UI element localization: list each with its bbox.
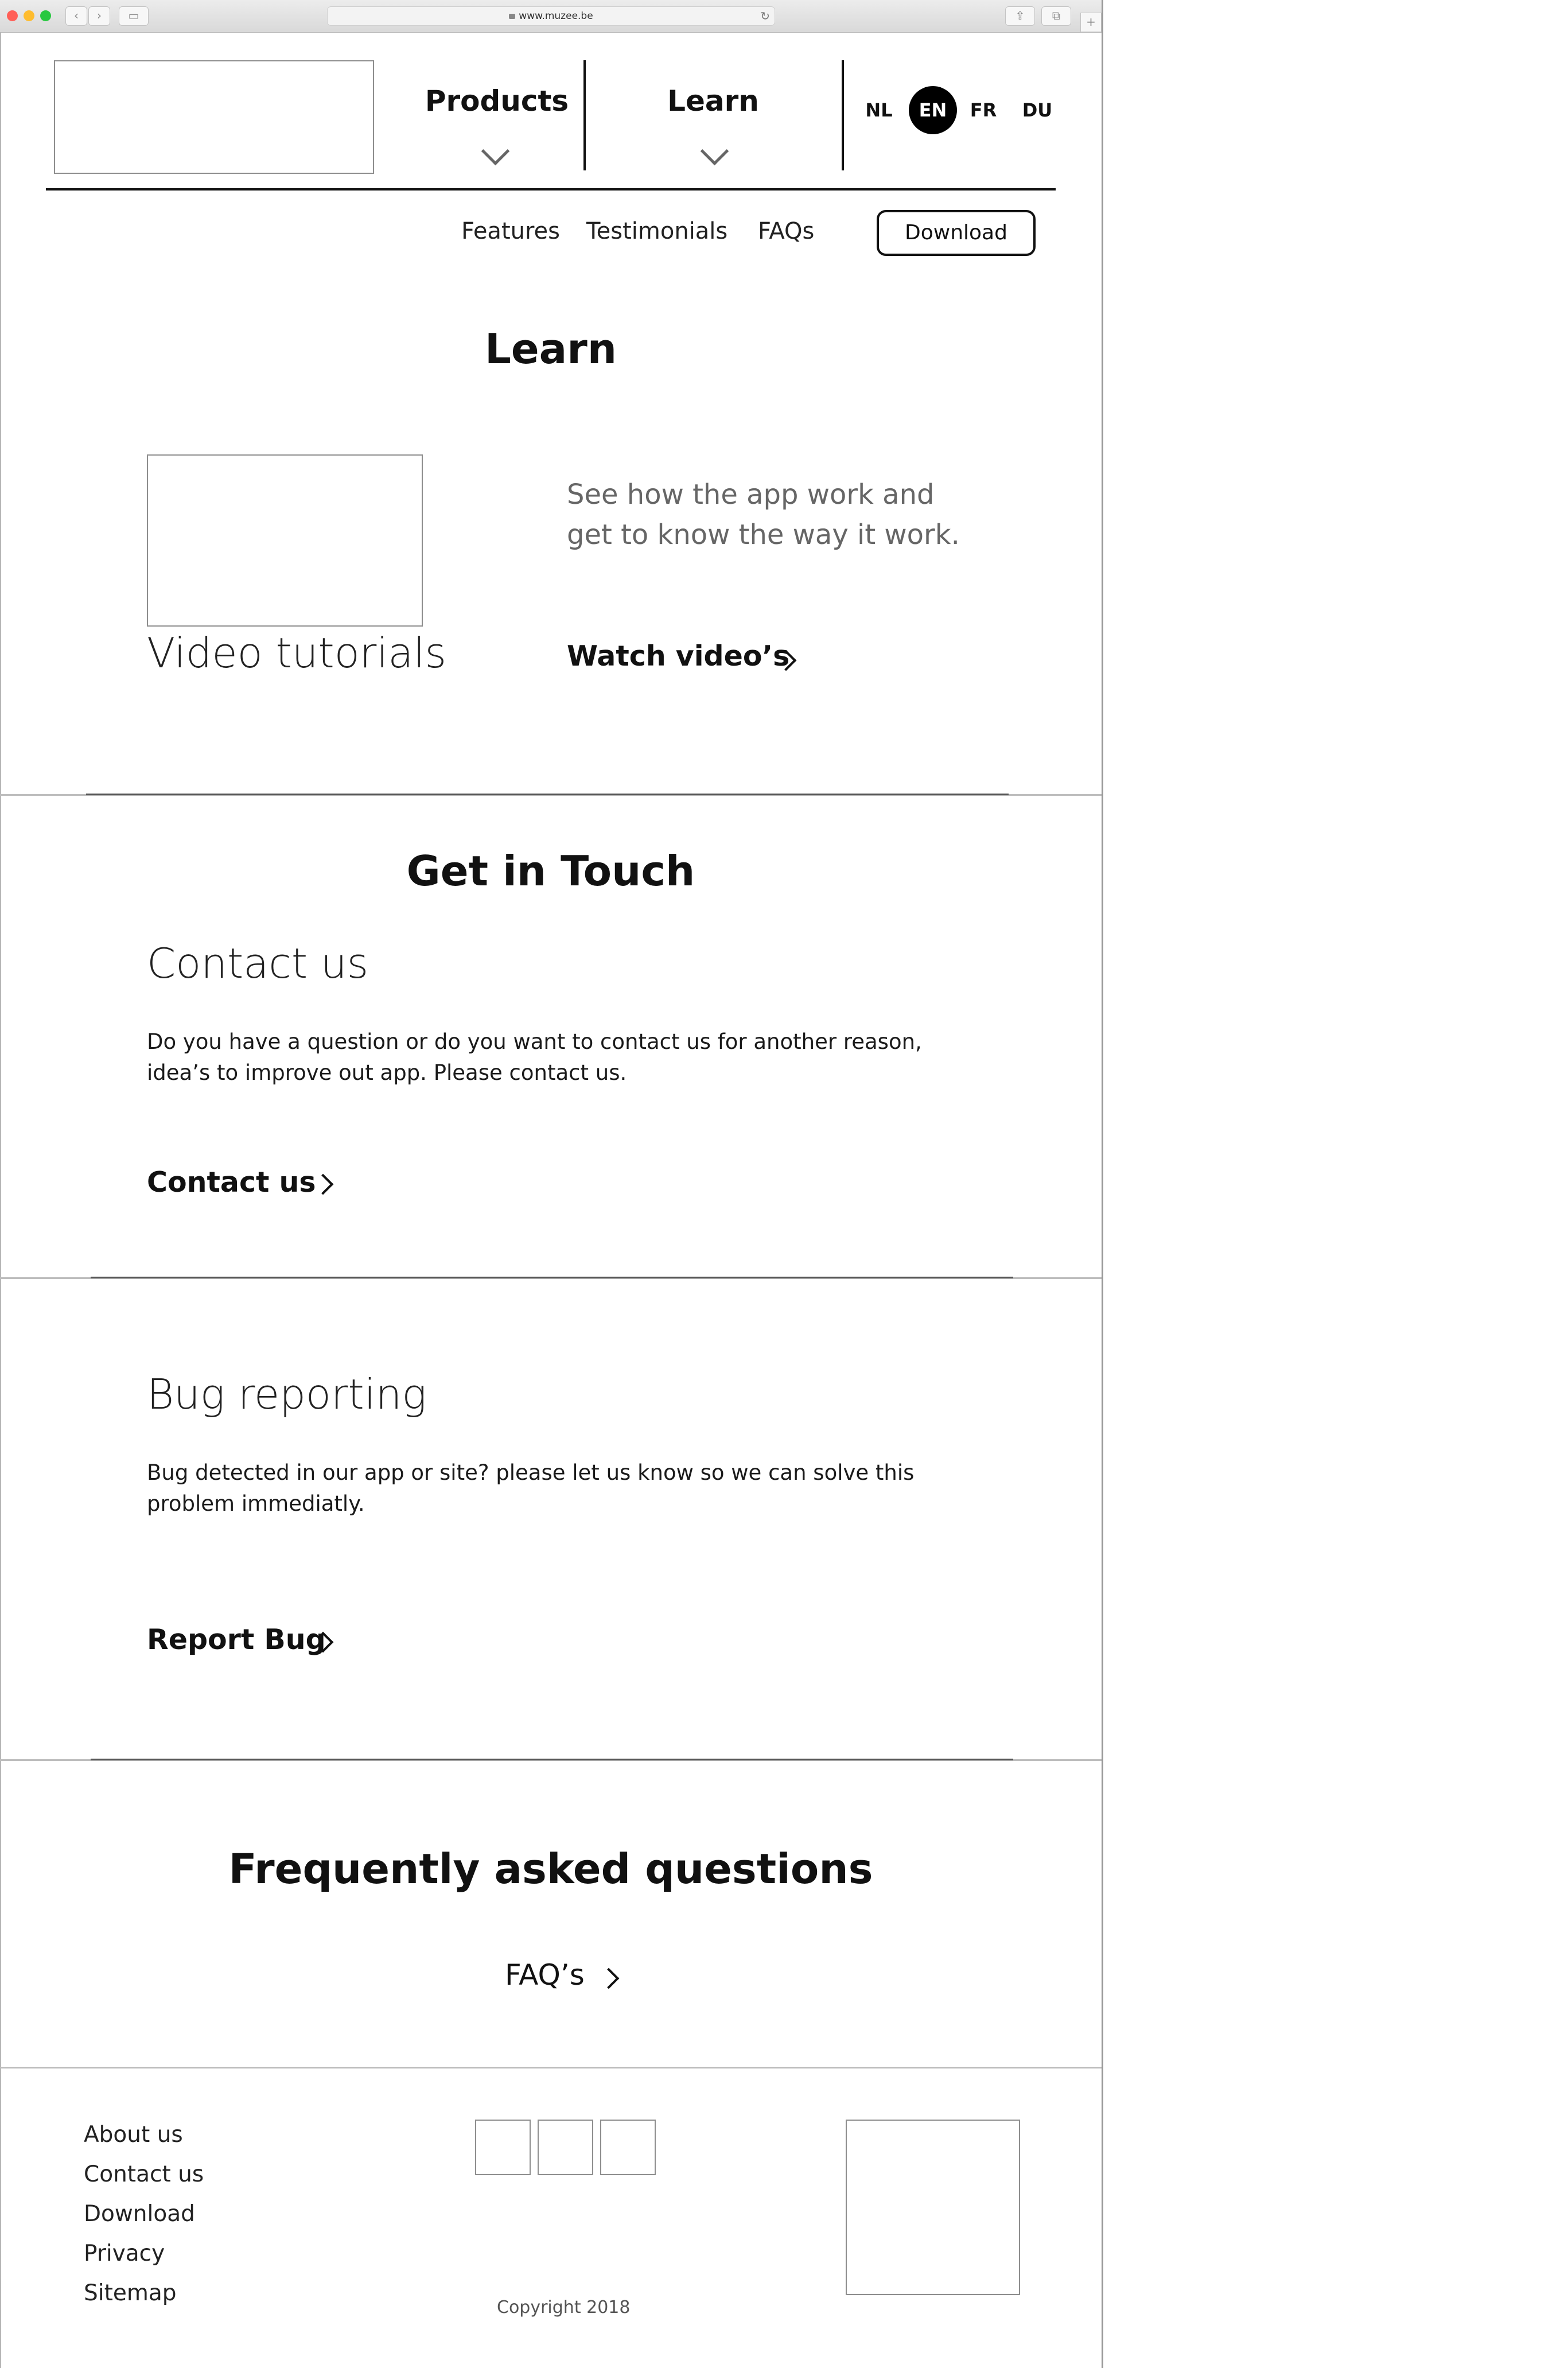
chevron-right-icon[interactable] bbox=[598, 1967, 620, 1989]
section-divider-accent bbox=[86, 794, 1009, 795]
forward-icon[interactable]: › bbox=[88, 6, 110, 26]
back-icon[interactable]: ‹ bbox=[65, 6, 87, 26]
subnav-faqs[interactable]: FAQs bbox=[758, 218, 814, 244]
faq-title: Frequently asked questions bbox=[228, 1845, 873, 1893]
nav-learn-label: Learn bbox=[667, 84, 759, 118]
watch-videos-label: Watch video’s bbox=[567, 640, 790, 672]
watch-videos-link[interactable]: Watch video’s bbox=[567, 640, 789, 672]
share-icon[interactable]: ⇪ bbox=[1005, 6, 1035, 26]
footer-divider bbox=[0, 2067, 1102, 2068]
nav-divider bbox=[583, 60, 586, 170]
social-icon-placeholder[interactable] bbox=[475, 2120, 531, 2175]
contact-us-link[interactable]: Contact us bbox=[147, 1166, 316, 1199]
logo-placeholder[interactable] bbox=[54, 60, 374, 174]
lang-en[interactable]: EN bbox=[909, 86, 957, 134]
social-icon-placeholder[interactable] bbox=[600, 2120, 656, 2175]
learn-description: See how the app work and get to know the… bbox=[567, 479, 960, 551]
nav-divider bbox=[842, 60, 844, 170]
header-divider bbox=[46, 188, 1056, 190]
address-bar[interactable]: www.muzee.be ↻ bbox=[327, 6, 775, 26]
browser-toolbar: ‹ › ▭ www.muzee.be ↻ ⇪ ⧉ + bbox=[0, 0, 1102, 33]
lang-nl[interactable]: NL bbox=[861, 95, 897, 125]
lock-icon bbox=[509, 14, 516, 19]
tabs-icon[interactable]: ⧉ bbox=[1041, 6, 1071, 26]
footer-link-privacy[interactable]: Privacy bbox=[84, 2241, 165, 2266]
faqs-label: FAQ’s bbox=[505, 1958, 585, 1992]
reload-icon[interactable]: ↻ bbox=[760, 7, 770, 25]
footer-image-placeholder bbox=[846, 2120, 1020, 2295]
contact-us-title: Contact us bbox=[147, 939, 369, 987]
section-divider-accent bbox=[91, 1759, 1013, 1760]
url-text: www.muzee.be bbox=[519, 10, 593, 22]
learn-title: Learn bbox=[484, 325, 617, 373]
window-edge-left bbox=[0, 32, 1, 2368]
video-tutorials-title: Video tutorials bbox=[147, 629, 446, 677]
footer-link-contact[interactable]: Contact us bbox=[84, 2161, 204, 2187]
bug-reporting-title: Bug reporting bbox=[147, 1370, 427, 1418]
nav-products[interactable]: Products bbox=[412, 84, 582, 118]
chevron-down-icon[interactable] bbox=[700, 137, 729, 166]
new-tab-icon[interactable]: + bbox=[1080, 13, 1102, 32]
social-icon-placeholder[interactable] bbox=[538, 2120, 593, 2175]
contact-us-label: Contact us bbox=[147, 1166, 316, 1199]
contact-description-line2: idea’s to improve out app. Please contac… bbox=[147, 1060, 627, 1085]
lang-fr[interactable]: FR bbox=[965, 95, 1002, 125]
subnav-features[interactable]: Features bbox=[461, 218, 560, 244]
contact-description-line1: Do you have a question or do you want to… bbox=[147, 1029, 922, 1054]
maximize-window-dot[interactable] bbox=[40, 10, 51, 21]
bug-description-line1: Bug detected in our app or site? please … bbox=[147, 1460, 915, 1485]
sidebar-icon[interactable]: ▭ bbox=[119, 6, 149, 26]
copyright-text: Copyright 2018 bbox=[497, 2297, 631, 2318]
subnav-testimonials[interactable]: Testimonials bbox=[586, 218, 727, 244]
video-thumbnail-placeholder[interactable] bbox=[147, 454, 423, 627]
minimize-window-dot[interactable] bbox=[24, 10, 34, 21]
close-window-dot[interactable] bbox=[7, 10, 18, 21]
get-in-touch-title: Get in Touch bbox=[406, 847, 695, 895]
section-divider-accent bbox=[91, 1277, 1013, 1278]
footer-link-about[interactable]: About us bbox=[84, 2122, 183, 2148]
chevron-down-icon[interactable] bbox=[481, 137, 510, 166]
report-bug-label: Report Bug bbox=[147, 1623, 326, 1656]
lang-du[interactable]: DU bbox=[1019, 95, 1056, 125]
nav-learn[interactable]: Learn bbox=[631, 84, 795, 118]
download-button[interactable]: Download bbox=[877, 210, 1036, 256]
bug-description-line2: problem immediatly. bbox=[147, 1491, 365, 1516]
nav-products-label: Products bbox=[425, 84, 569, 118]
window-edge bbox=[1102, 0, 1103, 2368]
footer-link-sitemap[interactable]: Sitemap bbox=[84, 2280, 177, 2306]
faqs-link[interactable]: FAQ’s bbox=[505, 1958, 585, 1992]
report-bug-link[interactable]: Report Bug bbox=[147, 1623, 326, 1656]
footer-link-download[interactable]: Download bbox=[84, 2201, 195, 2227]
